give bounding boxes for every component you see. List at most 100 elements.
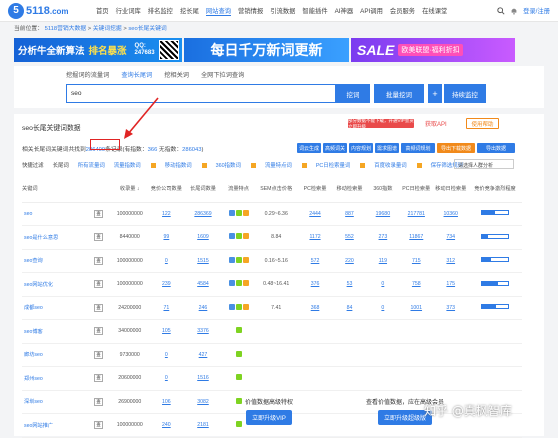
mobile-search-volume[interactable] [332, 366, 367, 391]
mobile-daily-volume[interactable]: 175 [433, 272, 468, 297]
mobile-daily-volume[interactable]: 734 [433, 225, 468, 250]
bid-company-count[interactable]: 239 [149, 272, 184, 297]
nav-item[interactable]: AI神器 [335, 6, 354, 16]
bid-company-count[interactable]: 0 [149, 366, 184, 391]
mobile-search-volume[interactable] [332, 343, 367, 367]
keyword-search-input[interactable]: seo [66, 84, 336, 103]
pc-daily-volume[interactable] [399, 319, 434, 344]
keyword-link[interactable]: seo网站优化 [22, 272, 87, 297]
search-tab[interactable]: 挖相关词 [164, 70, 189, 79]
index-360[interactable]: 0 [366, 296, 400, 320]
index-360[interactable]: 119 [366, 249, 400, 273]
query-dropdown[interactable]: 查 [94, 327, 103, 336]
bell-icon[interactable] [510, 7, 518, 15]
filter-option[interactable]: PC日检索量词 [316, 161, 350, 169]
mobile-search-volume[interactable]: 53 [332, 272, 367, 297]
longtail-count[interactable]: 427 [183, 343, 223, 367]
index-360[interactable] [366, 343, 400, 367]
crowd-analysis-select[interactable]: 请选择人群分析 [454, 159, 514, 169]
filter-option[interactable]: 长尾词 [53, 161, 69, 169]
query-dropdown[interactable]: 查 [94, 233, 103, 242]
continuous-monitor-button[interactable]: 持续监控 [444, 84, 486, 103]
index-360[interactable]: 0 [366, 272, 400, 297]
query-dropdown[interactable]: 查 [94, 421, 103, 430]
longtail-count[interactable]: 4584 [183, 272, 223, 297]
promo-banner-new-words[interactable]: 每日千万新词更新 [184, 38, 349, 62]
query-dropdown[interactable]: 查 [94, 280, 103, 289]
query-dropdown[interactable]: 查 [94, 350, 103, 359]
keyword-link[interactable]: seo是什么意思 [22, 225, 87, 250]
nav-item[interactable]: 引流数据 [270, 6, 295, 16]
filter-option[interactable]: 所有流量词 [78, 161, 105, 169]
promo-banner-sale[interactable]: SALE 欧美联盟·福利折扣 [351, 38, 515, 62]
nav-item[interactable]: 会员服务 [390, 6, 415, 16]
pc-daily-volume[interactable]: 758 [399, 272, 434, 297]
breadcrumb-current[interactable]: seo长尾关键词 [128, 26, 166, 32]
column-header[interactable]: 竞价竞争激烈程度 [467, 176, 522, 203]
tool-high-freq[interactable]: 高频词关 [323, 143, 347, 153]
column-header[interactable]: PC检索量 [297, 176, 333, 203]
bid-company-count[interactable]: 106 [149, 390, 184, 414]
search-tab[interactable]: 挖掘词的流量词 [66, 70, 109, 79]
breadcrumb-home[interactable]: 5118营销大数据 [45, 26, 86, 32]
filter-option[interactable]: 流量特点词 [265, 161, 292, 169]
keyword-link[interactable]: 深圳seo [22, 390, 87, 414]
tool-word-cloud[interactable]: 词云生成 [297, 143, 321, 153]
keyword-link[interactable]: seo [22, 202, 87, 226]
column-header[interactable]: PC日检索量 [399, 176, 434, 203]
mobile-search-volume[interactable]: 220 [332, 249, 367, 273]
filter-option[interactable]: 移动指数词 [165, 161, 192, 169]
keyword-link[interactable]: 成都seo [22, 296, 87, 320]
search-tab[interactable]: 全网下拉词查询 [201, 70, 244, 79]
usage-help-button[interactable]: 使用帮助 [466, 118, 499, 129]
vip-upgrade-warning[interactable]: 部分数据不能下载，开通VIP会员 立即升级 [348, 118, 414, 129]
filter-option[interactable]: 百度收录量词 [374, 161, 406, 169]
keyword-link[interactable]: 郑州seo [22, 366, 87, 391]
nav-item[interactable]: 网站查询 [205, 6, 232, 16]
column-header[interactable]: 移动检索量 [332, 176, 367, 203]
pc-daily-volume[interactable]: 715 [399, 249, 434, 273]
bid-company-count[interactable]: 122 [149, 202, 184, 226]
longtail-count[interactable]: 1515 [183, 249, 223, 273]
index-360[interactable]: 19680 [366, 202, 400, 226]
longtail-count[interactable]: 3082 [183, 390, 223, 414]
upgrade-vip-button[interactable]: 立即升级VIP [246, 410, 292, 425]
keyword-link[interactable]: 廊坊seo [22, 343, 87, 367]
breadcrumb-keyword-mining[interactable]: 关键词挖掘 [93, 26, 122, 32]
bid-company-count[interactable]: 105 [149, 319, 184, 344]
mobile-search-volume[interactable]: 552 [332, 225, 367, 250]
tool-content-plan[interactable]: 内容规划 [349, 143, 373, 153]
mobile-search-volume[interactable]: 84 [332, 296, 367, 320]
column-header[interactable]: 收录量 ↓ [110, 176, 150, 203]
mobile-daily-volume[interactable] [433, 366, 468, 391]
bid-company-count[interactable]: 99 [149, 225, 184, 250]
longtail-count[interactable]: 1516 [183, 366, 223, 391]
nav-item[interactable]: 在线课堂 [422, 6, 447, 16]
pc-daily-volume[interactable]: 1001 [399, 296, 434, 320]
nav-item[interactable]: 行业词库 [116, 6, 141, 16]
export-data-button[interactable]: 导出数据 [477, 143, 515, 153]
longtail-count[interactable]: 1609 [183, 225, 223, 250]
keyword-link[interactable]: seo博客 [22, 319, 87, 344]
batch-dig-button[interactable]: 批量挖词 [374, 84, 424, 103]
pc-search-volume[interactable]: 368 [297, 296, 333, 320]
pc-search-volume[interactable]: 572 [297, 249, 333, 273]
site-logo[interactable]: 5 5118.com [8, 2, 96, 19]
bid-company-count[interactable]: 0 [149, 249, 184, 273]
tool-high-freq-plan[interactable]: 高频词规划 [401, 143, 435, 153]
dig-button[interactable]: 挖词 [336, 84, 370, 103]
pc-search-volume[interactable] [297, 343, 333, 367]
column-header[interactable]: 长尾词数量 [183, 176, 223, 203]
query-dropdown[interactable]: 查 [94, 256, 103, 265]
column-header[interactable]: 关键词 [22, 176, 87, 203]
query-dropdown[interactable]: 查 [94, 374, 103, 383]
bid-company-count[interactable]: 240 [149, 413, 184, 438]
tool-export-download[interactable]: 导出下载数据 [437, 143, 475, 153]
column-header[interactable]: 竞价公司数量 [149, 176, 184, 203]
column-header[interactable]: 流量特点 [222, 176, 255, 203]
bid-company-count[interactable]: 71 [149, 296, 184, 320]
login-link[interactable]: 登录/注册 [523, 6, 550, 15]
mobile-search-volume[interactable] [332, 319, 367, 344]
pc-daily-volume[interactable]: 217781 [399, 202, 434, 226]
tool-demand-graph[interactable]: 需求图谱 [375, 143, 399, 153]
